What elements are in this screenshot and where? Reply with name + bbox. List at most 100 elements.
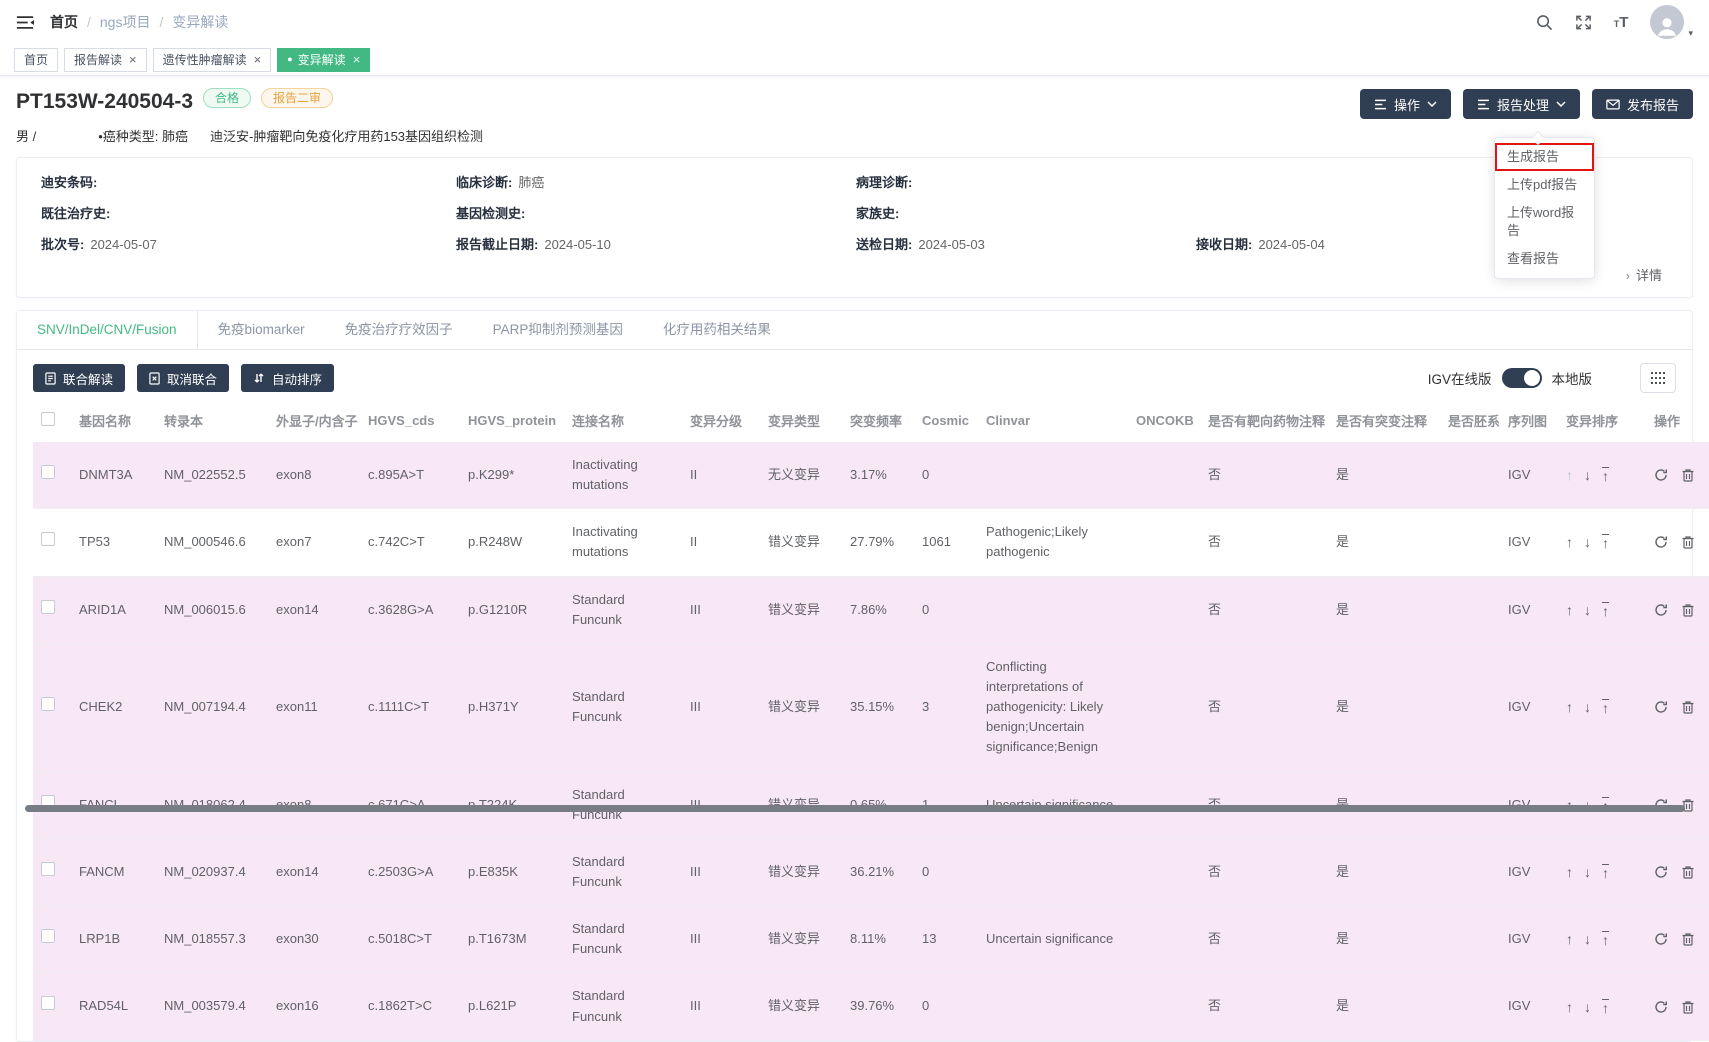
tab-3[interactable]: PARP抑制剂预测基因 bbox=[473, 311, 643, 349]
report-process-button[interactable]: 报告处理 bbox=[1463, 89, 1580, 119]
delete-icon[interactable] bbox=[1681, 865, 1695, 879]
move-down-icon[interactable]: ↓ bbox=[1584, 535, 1591, 549]
move-to-top-icon[interactable]: ↑ bbox=[1602, 931, 1609, 947]
tab-4[interactable]: 化疗用药相关结果 bbox=[643, 311, 791, 349]
row-checkbox[interactable] bbox=[41, 697, 55, 711]
move-up-icon[interactable]: ↑ bbox=[1566, 1000, 1573, 1014]
move-up-icon[interactable]: ↑ bbox=[1566, 865, 1573, 879]
info-field: 家族史: bbox=[856, 205, 1196, 222]
move-to-top-icon[interactable]: ↑ bbox=[1602, 999, 1609, 1015]
font-size-icon[interactable]: TT bbox=[1614, 15, 1629, 30]
move-down-icon[interactable]: ↓ bbox=[1584, 468, 1591, 482]
delete-icon[interactable] bbox=[1681, 603, 1695, 617]
move-to-top-icon[interactable]: ↑ bbox=[1602, 534, 1609, 550]
row-checkbox[interactable] bbox=[41, 996, 55, 1010]
publish-report-button[interactable]: 发布报告 bbox=[1592, 89, 1693, 119]
cell-hgvs-protein: p.R248W bbox=[460, 509, 564, 576]
search-icon[interactable] bbox=[1536, 14, 1553, 31]
delete-icon[interactable] bbox=[1681, 700, 1695, 714]
refresh-icon[interactable] bbox=[1654, 535, 1668, 549]
info-grid: 迪安条码:临床诊断:肺癌病理诊断:既往治疗史:基因检测史:家族史:批次号:202… bbox=[41, 174, 1668, 253]
cell-frequency: 35.15% bbox=[842, 643, 914, 771]
move-up-icon[interactable]: ↑ bbox=[1566, 603, 1573, 617]
move-down-icon[interactable]: ↓ bbox=[1584, 700, 1591, 714]
dropdown-item-0[interactable]: 生成报告 bbox=[1495, 143, 1594, 171]
detail-link[interactable]: ›详情 bbox=[1626, 268, 1662, 283]
column-header: 突变频率 bbox=[842, 405, 914, 442]
move-to-top-icon[interactable]: ↑ bbox=[1602, 699, 1609, 715]
delete-icon[interactable] bbox=[1681, 932, 1695, 946]
move-down-icon[interactable]: ↓ bbox=[1584, 603, 1591, 617]
igv-link[interactable]: IGV bbox=[1508, 699, 1530, 714]
fullscreen-icon[interactable] bbox=[1575, 14, 1592, 31]
row-checkbox[interactable] bbox=[41, 929, 55, 943]
view-tab-1[interactable]: 报告解读× bbox=[64, 48, 147, 72]
igv-link[interactable]: IGV bbox=[1508, 931, 1530, 946]
variant-table: 基因名称转录本外显子/内含子HGVS_cdsHGVS_protein连接名称变异… bbox=[33, 405, 1709, 1041]
move-down-icon[interactable]: ↓ bbox=[1584, 1000, 1591, 1014]
move-to-top-icon[interactable]: ↑ bbox=[1602, 864, 1609, 880]
move-down-icon[interactable]: ↓ bbox=[1584, 865, 1591, 879]
move-to-top-icon[interactable]: ↑ bbox=[1602, 602, 1609, 618]
refresh-icon[interactable] bbox=[1654, 700, 1668, 714]
cell-cosmic: 13 bbox=[914, 906, 978, 973]
cancel-joint-button[interactable]: 取消联合 bbox=[137, 364, 229, 392]
igv-link[interactable]: IGV bbox=[1508, 864, 1530, 879]
cell-gene: DNMT3A bbox=[71, 442, 156, 509]
refresh-icon[interactable] bbox=[1654, 468, 1668, 482]
close-icon[interactable]: × bbox=[353, 52, 361, 67]
row-checkbox[interactable] bbox=[41, 532, 55, 546]
row-checkbox[interactable] bbox=[41, 600, 55, 614]
sidebar-toggle-icon[interactable] bbox=[16, 15, 34, 30]
view-tab-0[interactable]: 首页 bbox=[14, 48, 58, 72]
info-label: 批次号: bbox=[41, 237, 84, 252]
breadcrumb-home[interactable]: 首页 bbox=[50, 12, 78, 32]
move-up-icon[interactable]: ↑ bbox=[1566, 700, 1573, 714]
dropdown-item-3[interactable]: 查看报告 bbox=[1495, 245, 1594, 273]
refresh-icon[interactable] bbox=[1654, 1000, 1668, 1014]
joint-interpret-button[interactable]: 联合解读 bbox=[33, 364, 125, 392]
info-label: 接收日期: bbox=[1196, 237, 1252, 252]
cell-mutation-annotated: 是 bbox=[1328, 509, 1440, 576]
refresh-icon[interactable] bbox=[1654, 932, 1668, 946]
cell-hgvs-protein: p.G1210R bbox=[460, 576, 564, 643]
tab-1[interactable]: 免疫biomarker bbox=[198, 311, 325, 349]
igv-link[interactable]: IGV bbox=[1508, 998, 1530, 1013]
close-icon[interactable]: × bbox=[129, 52, 137, 67]
column-settings-button[interactable] bbox=[1640, 363, 1676, 393]
close-icon[interactable]: × bbox=[254, 52, 262, 67]
horizontal-scrollbar[interactable] bbox=[25, 805, 1685, 812]
user-menu[interactable]: ▾ bbox=[1650, 5, 1693, 39]
igv-link[interactable]: IGV bbox=[1508, 602, 1530, 617]
move-up-icon[interactable]: ↑ bbox=[1566, 468, 1573, 482]
operate-label: 操作 bbox=[1394, 95, 1420, 114]
dropdown-item-2[interactable]: 上传word报告 bbox=[1495, 199, 1594, 245]
select-all-checkbox[interactable] bbox=[41, 412, 55, 426]
move-up-icon[interactable]: ↑ bbox=[1566, 932, 1573, 946]
igv-version-toggle[interactable] bbox=[1502, 368, 1542, 388]
status-badge-review: 报告二审 bbox=[261, 88, 333, 108]
move-down-icon[interactable]: ↓ bbox=[1584, 932, 1591, 946]
view-tab-3[interactable]: ●变异解读× bbox=[277, 48, 370, 72]
breadcrumb-project[interactable]: ngs项目 bbox=[100, 12, 151, 32]
row-checkbox[interactable] bbox=[41, 862, 55, 876]
view-tab-2[interactable]: 遗传性肿瘤解读× bbox=[153, 48, 272, 72]
move-up-icon[interactable]: ↑ bbox=[1566, 535, 1573, 549]
delete-icon[interactable] bbox=[1681, 535, 1695, 549]
select-all-cell bbox=[33, 405, 71, 442]
dropdown-item-1[interactable]: 上传pdf报告 bbox=[1495, 171, 1594, 199]
refresh-icon[interactable] bbox=[1654, 865, 1668, 879]
tab-0[interactable]: SNV/InDel/CNV/Fusion bbox=[17, 311, 198, 349]
delete-icon[interactable] bbox=[1681, 468, 1695, 482]
tab-2[interactable]: 免疫治疗疗效因子 bbox=[325, 311, 473, 349]
igv-link[interactable]: IGV bbox=[1508, 467, 1530, 482]
refresh-icon[interactable] bbox=[1654, 603, 1668, 617]
auto-sort-button[interactable]: 自动排序 bbox=[241, 364, 334, 392]
row-checkbox[interactable] bbox=[41, 465, 55, 479]
operate-button[interactable]: 操作 bbox=[1360, 89, 1451, 119]
auto-sort-label: 自动排序 bbox=[272, 369, 322, 388]
igv-link[interactable]: IGV bbox=[1508, 534, 1530, 549]
cell-sort: ↑ ↓ ↑ bbox=[1558, 838, 1646, 905]
delete-icon[interactable] bbox=[1681, 1000, 1695, 1014]
move-to-top-icon[interactable]: ↑ bbox=[1602, 467, 1609, 483]
